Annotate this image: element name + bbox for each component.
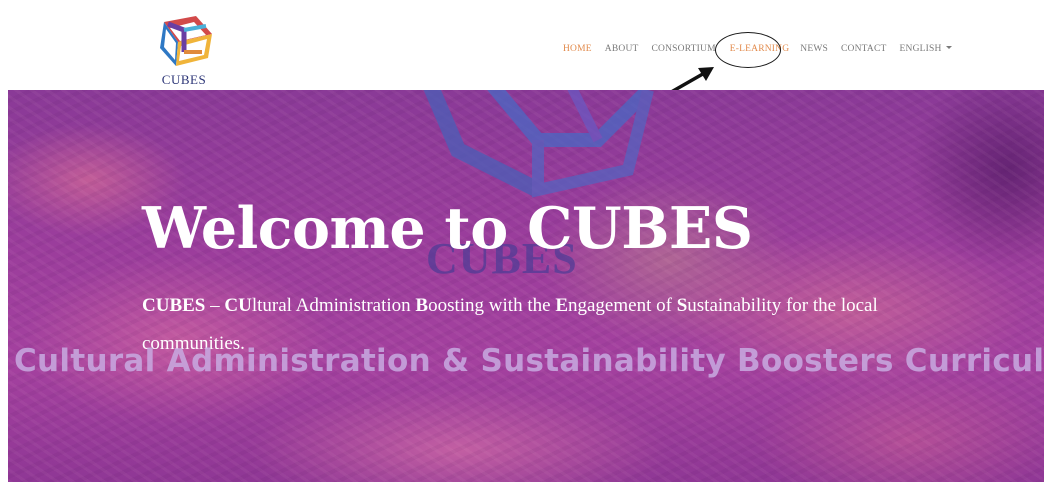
desc-part: oosting with the <box>428 295 556 316</box>
desc-part: S <box>676 295 688 316</box>
cube-logo-icon <box>160 16 212 66</box>
nav-home[interactable]: HOME <box>563 44 592 54</box>
desc-part: B <box>415 295 429 316</box>
desc-part: ngagement of <box>568 295 677 316</box>
site-header: CUBES HOME ABOUT CONSORTIUM E-LEARNING N… <box>0 0 1044 105</box>
cubes-logo[interactable]: CUBES <box>150 10 220 88</box>
nav-consortium[interactable]: CONSORTIUM <box>652 44 716 54</box>
nav-news[interactable]: NEWS <box>800 44 828 54</box>
logo-text: CUBES <box>161 72 207 87</box>
nav-contact[interactable]: CONTACT <box>841 44 887 54</box>
desc-part: CU <box>224 295 252 316</box>
language-label: ENGLISH <box>899 44 942 54</box>
desc-part: CUBES <box>142 295 206 316</box>
background-cube-logo-icon <box>423 90 654 198</box>
hero-banner: CUBES Welcome to CUBES CUBES – CUltural … <box>8 90 1044 482</box>
desc-part: E <box>555 295 568 316</box>
desc-part: ltural Administration <box>251 295 416 316</box>
curriculum-banner-text: Cultural Administration & Sustainability… <box>14 343 1044 379</box>
nav-language-dropdown[interactable]: ENGLISH <box>900 44 952 54</box>
annotation-circle <box>715 32 781 68</box>
hero-title: Welcome to CUBES <box>142 195 753 262</box>
caret-down-icon <box>945 46 952 49</box>
desc-part: – <box>205 295 225 316</box>
nav-about[interactable]: ABOUT <box>605 44 639 54</box>
